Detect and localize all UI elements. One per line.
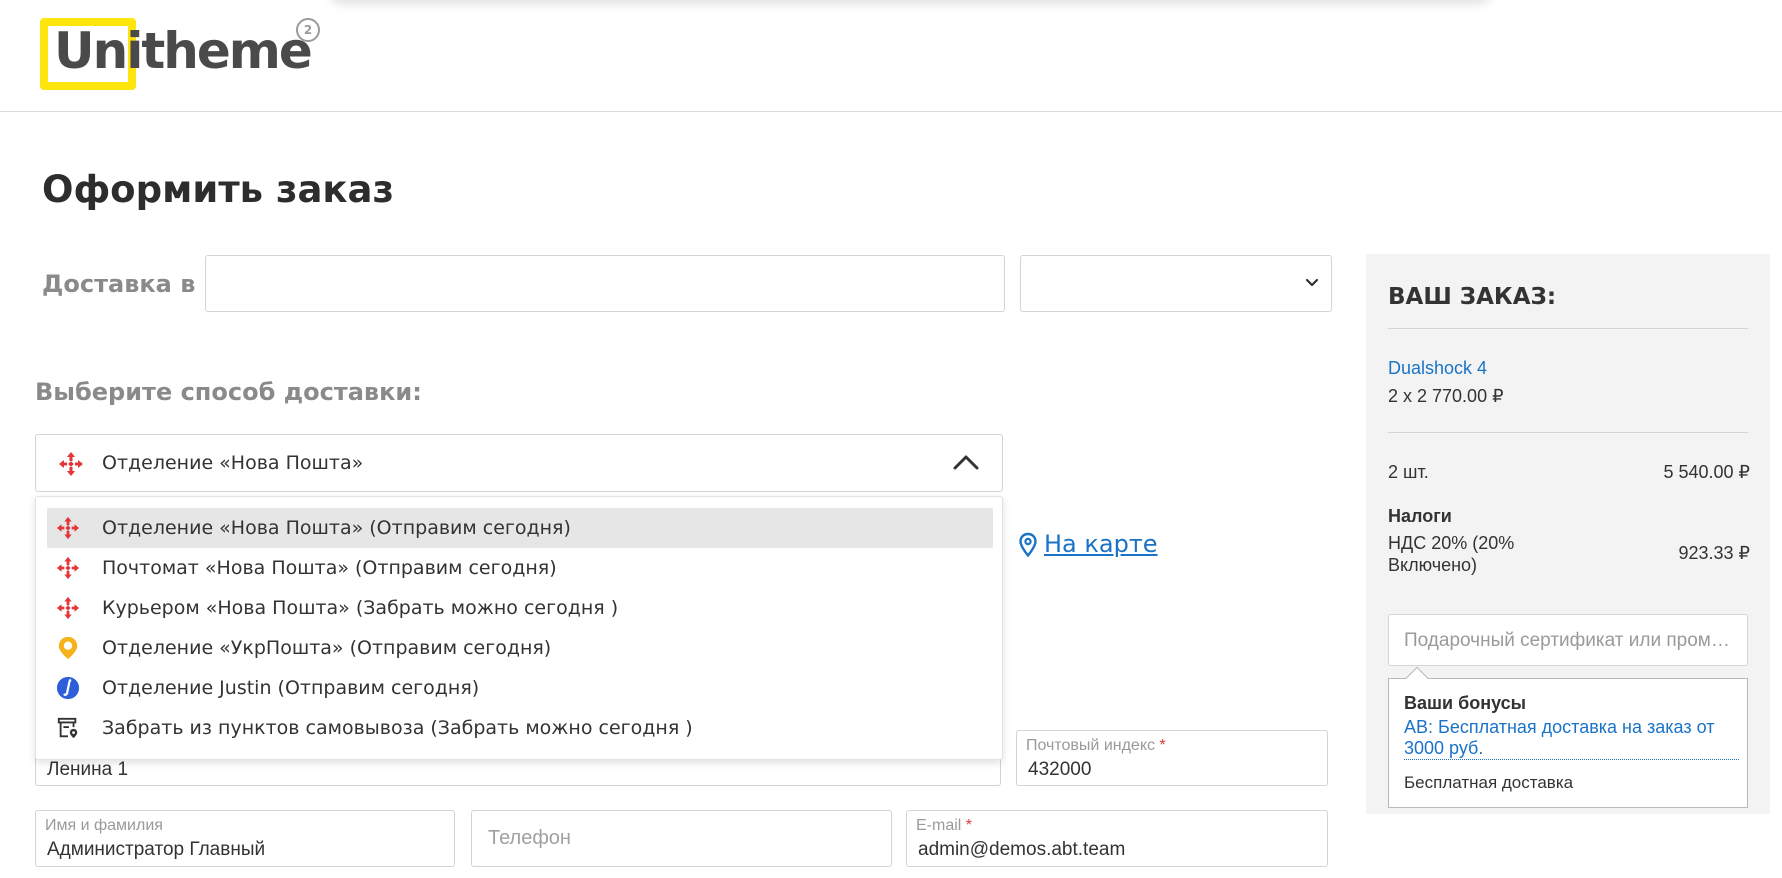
quantity-label: 2 шт. [1388, 462, 1429, 482]
nova-poshta-icon [56, 556, 80, 580]
delivery-option-ukrposhta[interactable]: Отделение «УкрПошта» (Отправим сегодня) [47, 628, 993, 668]
phone-placeholder: Телефон [488, 827, 571, 849]
delivery-option-label: Отделение «Нова Пошта» (Отправим сегодня… [102, 517, 571, 539]
nova-poshta-icon [56, 596, 80, 620]
gift-certificate-placeholder: Подарочный сертификат или промо-код [1404, 630, 1739, 651]
delivery-section-title: Выберите способ доставки: [35, 378, 422, 406]
delivery-options-dropdown: Отделение «Нова Пошта» (Отправим сегодня… [35, 496, 1003, 760]
zip-value: 432000 [1028, 759, 1092, 780]
shipping-label: Доставка в [42, 270, 196, 298]
delivery-option-nova-poshta-postomat[interactable]: Почтомат «Нова Пошта» (Отправим сегодня) [47, 548, 993, 588]
delivery-option-label: Забрать из пунктов самовывоза (Забрать м… [102, 717, 693, 739]
bonus-panel-notch [1405, 666, 1429, 690]
delivery-option-label: Отделение «УкрПошта» (Отправим сегодня) [102, 637, 552, 659]
vat-label: НДС 20% (20% Включено) [1388, 533, 1515, 575]
delivery-option-label: Курьером «Нова Пошта» (Забрать можно сег… [102, 597, 619, 619]
bonus-panel: Ваши бонусы АВ: Бесплатная доставка на з… [1388, 666, 1748, 808]
gift-certificate-input[interactable]: Подарочный сертификат или промо-код [1388, 614, 1748, 666]
order-summary-title: ВАШ ЗАКАЗ: [1388, 284, 1557, 310]
map-link-label: На карте [1044, 530, 1158, 558]
chevron-down-icon [1305, 278, 1319, 287]
name-value: Администратор Главный [47, 839, 266, 860]
bonus-title: Ваши бонусы [1404, 693, 1527, 713]
required-mark: * [965, 817, 973, 834]
delivery-option-label: Отделение Justin (Отправим сегодня) [102, 677, 480, 699]
delivery-method-select[interactable]: Отделение «Нова Пошта» [35, 434, 1003, 492]
divider [1388, 432, 1748, 433]
zip-field[interactable]: Почтовый индекс * 432000 [1016, 730, 1328, 786]
vat-value: 923.33 ₽ [1678, 543, 1750, 563]
page-title: Оформить заказ [42, 168, 395, 211]
email-value: admin@demos.abt.team [918, 839, 1126, 860]
delivery-option-label: Почтомат «Нова Пошта» (Отправим сегодня) [102, 557, 557, 579]
nova-poshta-icon [56, 516, 80, 540]
nova-poshta-icon [59, 452, 83, 476]
divider [1388, 328, 1748, 329]
delivery-option-pickup[interactable]: Забрать из пунктов самовывоза (Забрать м… [47, 708, 993, 748]
map-pin-icon [1019, 532, 1037, 558]
delivery-option-nova-poshta-branch[interactable]: Отделение «Нова Пошта» (Отправим сегодня… [47, 508, 993, 548]
logo-version-badge: 2 [296, 18, 320, 42]
email-field[interactable]: E-mail * admin@demos.abt.team [906, 810, 1328, 867]
pickup-point-icon [57, 717, 78, 739]
bonus-link[interactable]: АВ: Бесплатная доставка на заказ от 3000… [1404, 717, 1739, 760]
delivery-selected-label: Отделение «Нова Пошта» [102, 452, 364, 474]
quantity-total: 5 540.00 ₽ [1663, 462, 1750, 482]
product-link[interactable]: Dualshock 4 [1388, 358, 1487, 379]
unitheme-logo[interactable]: Unitheme 2 [40, 16, 330, 90]
email-label: E-mail * [916, 817, 973, 834]
zip-label: Почтовый индекс * [1026, 737, 1166, 754]
delivery-option-justin[interactable]: Отделение Justin (Отправим сегодня) [47, 668, 993, 708]
bonus-description: Бесплатная доставка [1404, 773, 1574, 792]
ukrposhta-icon [58, 636, 78, 660]
region-select[interactable] [1020, 255, 1332, 312]
address-value: Ленина 1 [47, 759, 129, 780]
order-summary: ВАШ ЗАКАЗ: Dualshock 4 2 x 2 770.00 ₽ 2 … [1366, 254, 1770, 814]
name-label: Имя и фамилия [45, 817, 163, 834]
product-price: 2 x 2 770.00 ₽ [1388, 386, 1504, 406]
justin-icon [56, 676, 80, 700]
site-header: Unitheme 2 [0, 0, 1782, 112]
city-input[interactable] [205, 255, 1005, 312]
delivery-option-nova-poshta-courier[interactable]: Курьером «Нова Пошта» (Забрать можно сег… [47, 588, 993, 628]
name-field[interactable]: Имя и фамилия Администратор Главный [35, 810, 455, 867]
required-mark: * [1159, 737, 1166, 754]
taxes-label: Налоги [1388, 506, 1452, 526]
logo-text: Unitheme [54, 22, 313, 80]
phone-field[interactable]: Телефон [471, 810, 892, 867]
chevron-up-icon [953, 455, 979, 470]
